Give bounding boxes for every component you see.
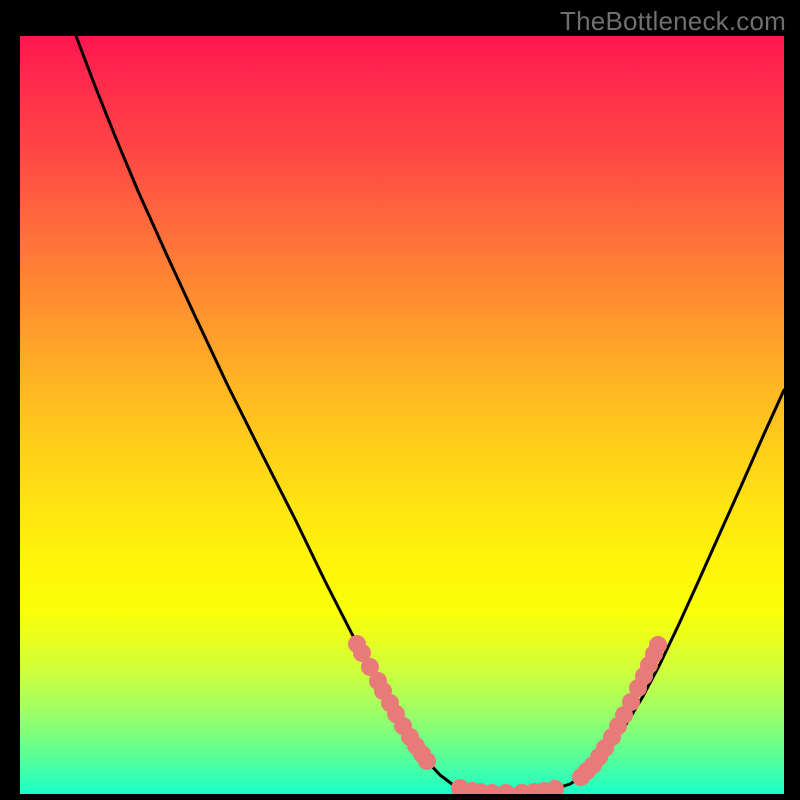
right-marker-cluster (572, 636, 667, 786)
bottom-marker-cluster (451, 779, 564, 794)
chart-frame (20, 36, 784, 794)
watermark-text: TheBottleneck.com (560, 6, 786, 37)
bottleneck-curve (76, 36, 784, 793)
chart-plot-area (20, 36, 784, 794)
curve-marker (546, 780, 564, 794)
curve-marker (418, 752, 436, 770)
left-marker-cluster (348, 635, 436, 770)
curve-marker (497, 784, 515, 794)
chart-svg (20, 36, 784, 794)
curve-marker (649, 636, 667, 654)
